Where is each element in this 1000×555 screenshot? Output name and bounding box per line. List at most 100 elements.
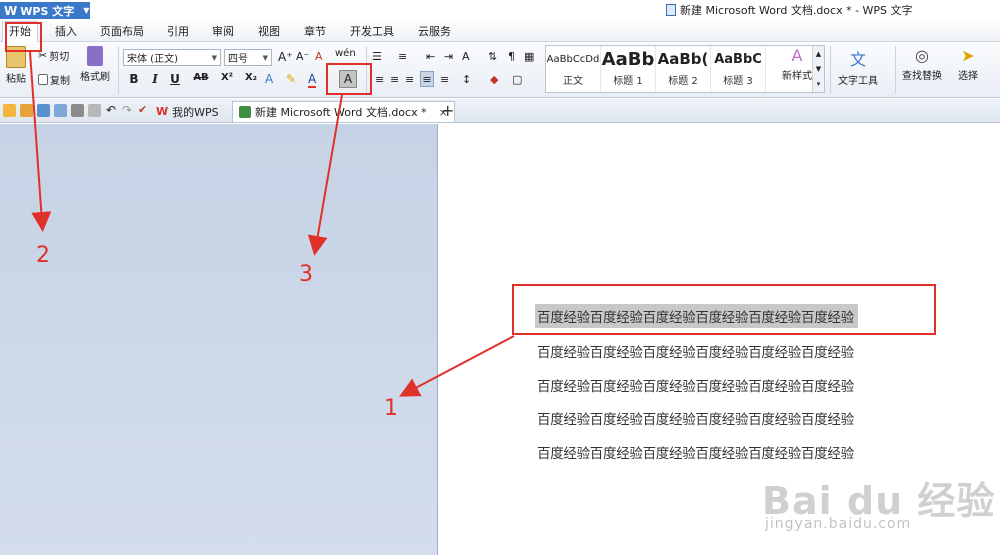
- wps-logo-icon: W: [4, 3, 18, 18]
- italic-button[interactable]: I: [148, 72, 162, 86]
- cut-button[interactable]: ✂ 剪切: [38, 48, 69, 63]
- menu-tabs: 开始 插入 页面布局 引用 审阅 视图 章节 开发工具 云服务: [0, 20, 1000, 42]
- print-preview-icon[interactable]: [88, 104, 101, 117]
- navigation-pane: [0, 124, 437, 555]
- select-label: 选择: [958, 71, 978, 82]
- show-marks-icon[interactable]: ¶: [508, 50, 515, 63]
- export-pdf-icon[interactable]: [54, 104, 67, 117]
- find-replace-button[interactable]: ◎ 查找替换: [902, 46, 942, 82]
- chinese-layout-icon[interactable]: A: [462, 50, 470, 63]
- ribbon-divider: [895, 46, 896, 94]
- underline-button[interactable]: U: [168, 72, 182, 86]
- justify-icon[interactable]: ≡: [420, 71, 434, 87]
- paste-label: 粘贴: [6, 74, 26, 85]
- find-replace-label: 查找替换: [902, 71, 942, 82]
- line-spacing-icon[interactable]: ↕: [462, 73, 471, 86]
- new-document-icon[interactable]: [3, 104, 16, 117]
- ribbon-divider: [830, 46, 831, 94]
- undo-icon[interactable]: ↶: [106, 103, 116, 117]
- tab-developer[interactable]: 开发工具: [350, 23, 394, 39]
- window-title: 新建 Microsoft Word 文档.docx * - WPS 文字: [666, 2, 913, 18]
- sort-icon[interactable]: ⇅: [488, 50, 497, 63]
- format-painter-button[interactable]: 格式刷: [80, 46, 110, 83]
- grow-font-icon[interactable]: A⁺: [278, 50, 293, 64]
- superscript-button[interactable]: X²: [218, 72, 236, 83]
- text-tools-button[interactable]: 文 文字工具: [838, 46, 878, 87]
- distributed-align-icon[interactable]: ≡: [440, 73, 449, 86]
- wps-menu-button[interactable]: W WPS 文字 ▼: [0, 2, 90, 19]
- annotation-label-2: 2: [36, 243, 50, 268]
- annotation-box-shading-button: [326, 63, 372, 95]
- copy-button[interactable]: 复制: [38, 72, 70, 87]
- annotation-label-3: 3: [299, 262, 313, 287]
- document-icon: [666, 4, 676, 16]
- border-icon[interactable]: ▢: [512, 73, 522, 86]
- print-icon[interactable]: [71, 104, 84, 117]
- align-left-icon[interactable]: ≡: [375, 73, 384, 86]
- style-heading-1[interactable]: AaBb 标题 1: [601, 46, 656, 92]
- decrease-indent-icon[interactable]: ⇤: [426, 50, 435, 63]
- paragraph[interactable]: 百度经验百度经验百度经验百度经验百度经验百度经验: [537, 442, 854, 462]
- shading-icon[interactable]: ◆: [490, 73, 498, 86]
- style-sample: AaBbCcDd: [546, 53, 600, 65]
- binoculars-icon: ◎: [915, 46, 929, 65]
- customize-icon[interactable]: ✔: [138, 103, 147, 116]
- tab-cloud[interactable]: 云服务: [418, 23, 451, 39]
- align-center-icon[interactable]: ≡: [390, 73, 399, 86]
- paragraph[interactable]: 百度经验百度经验百度经验百度经验百度经验百度经验: [537, 341, 854, 361]
- document-icon: [239, 106, 251, 118]
- font-size-select[interactable]: 四号 ▼: [224, 49, 272, 66]
- select-button[interactable]: ➤ 选择: [958, 46, 978, 82]
- font-name-select[interactable]: 宋体 (正文) ▼: [123, 49, 221, 66]
- text-effect-icon[interactable]: A: [265, 72, 273, 86]
- watermark-url: jingyan.baidu.com: [765, 516, 912, 532]
- copy-label: 复制: [50, 76, 70, 87]
- save-icon[interactable]: [37, 104, 50, 117]
- style-name: 标题 3: [723, 76, 753, 87]
- tab-view[interactable]: 视图: [258, 23, 280, 39]
- paragraph[interactable]: 百度经验百度经验百度经验百度经验百度经验百度经验: [537, 375, 854, 395]
- bullets-icon[interactable]: ☰: [372, 50, 382, 63]
- strikethrough-button[interactable]: AB: [192, 72, 210, 83]
- wps-logo-icon: W: [156, 105, 169, 118]
- annotation-box-selected-text: [512, 284, 936, 335]
- chevron-up-icon: ▲: [815, 49, 822, 58]
- style-sample: AaBb: [601, 48, 655, 70]
- tab-current-document[interactable]: 新建 Microsoft Word 文档.docx * ×: [232, 101, 455, 122]
- doc-tab-label: 我的WPS: [172, 105, 219, 119]
- title-bar: W WPS 文字 ▼ 新建 Microsoft Word 文档.docx * -…: [0, 0, 1000, 20]
- font-name-value: 宋体 (正文): [127, 54, 178, 65]
- redo-icon[interactable]: ↷: [122, 103, 132, 117]
- gallery-scrollbar[interactable]: ▲ ▼ ▾: [812, 46, 824, 92]
- paragraph[interactable]: 百度经验百度经验百度经验百度经验百度经验百度经验: [537, 408, 854, 428]
- tab-chapter[interactable]: 章节: [304, 23, 326, 39]
- tab-references[interactable]: 引用: [167, 23, 189, 39]
- clear-format-icon[interactable]: A: [315, 50, 323, 63]
- copy-icon: [38, 74, 48, 85]
- new-tab-button[interactable]: +: [441, 101, 454, 120]
- chevron-down-icon: ▼: [211, 53, 217, 62]
- brush-icon: [87, 46, 103, 66]
- highlight-icon[interactable]: ✎: [286, 72, 296, 86]
- table-icon[interactable]: ▦: [524, 50, 534, 63]
- shrink-font-icon[interactable]: A⁻: [296, 50, 309, 63]
- subscript-button[interactable]: X₂: [242, 72, 260, 83]
- phonetic-guide-icon[interactable]: wén: [335, 48, 356, 59]
- style-heading-2[interactable]: AaBb( 标题 2: [656, 46, 711, 92]
- font-color-icon[interactable]: A: [308, 72, 317, 88]
- ribbon-divider: [118, 46, 119, 94]
- wps-menu-label: WPS 文字: [20, 4, 75, 18]
- align-right-icon[interactable]: ≡: [405, 73, 414, 86]
- cursor-icon: ➤: [961, 46, 975, 65]
- tab-page-layout[interactable]: 页面布局: [100, 23, 144, 39]
- new-style-button[interactable]: A 新样式: [782, 46, 812, 82]
- numbering-icon[interactable]: ≡: [398, 50, 407, 63]
- open-folder-icon[interactable]: [20, 104, 33, 117]
- increase-indent-icon[interactable]: ⇥: [444, 50, 453, 63]
- tab-review[interactable]: 审阅: [212, 23, 234, 39]
- tab-insert[interactable]: 插入: [55, 23, 77, 39]
- chevron-down-icon: ▼: [83, 6, 90, 15]
- style-normal[interactable]: AaBbCcDd 正文: [546, 46, 601, 92]
- style-heading-3[interactable]: AaBbC 标题 3: [711, 46, 766, 92]
- bold-button[interactable]: B: [127, 72, 141, 86]
